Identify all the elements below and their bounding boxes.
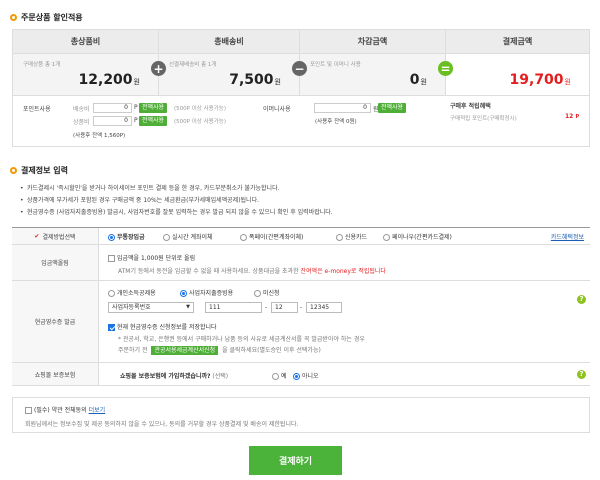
- plus-icon: +: [151, 61, 166, 76]
- business-number-3[interactable]: 12345: [306, 302, 342, 313]
- summary-product-total: 총상품비 구매상품 총 1개 12,200원: [13, 30, 159, 95]
- insurance-yes[interactable]: 예: [272, 371, 287, 380]
- product-total-value: 12,200: [78, 72, 133, 88]
- emoney-balance: (사용후 잔액 0원): [315, 119, 357, 125]
- help-icon[interactable]: ?: [577, 295, 586, 304]
- chevron-down-icon: ▼: [186, 304, 190, 310]
- agreement-more-link[interactable]: 더보기: [89, 407, 106, 414]
- benefit-label: 구매적립 포인트(구매확정시): [450, 116, 517, 122]
- receipt-note-1: * 관공서, 학교, 은행권 등에서 구매하거나 납품 등의 사유로 세금계산서…: [118, 336, 365, 343]
- points-label: 포인트사용: [23, 106, 51, 113]
- minus-icon: −: [292, 61, 307, 76]
- shipping-total-value: 7,500: [229, 72, 274, 88]
- card-benefit-link[interactable]: 카드혜택정보: [551, 232, 584, 241]
- summary-deduction: 차감금액 포인트 및 이머니 사용 0원: [300, 30, 446, 95]
- delivery-points-use-all-button[interactable]: 전액사용: [139, 103, 168, 113]
- save-receipt-info-checkbox[interactable]: 현재 현금영수증 신청정보를 저장합니다: [108, 322, 217, 331]
- agree-all-checkbox[interactable]: (필수) 약관 전체동의 더보기: [25, 405, 105, 414]
- deduction-value: 0: [409, 72, 420, 88]
- delivery-points-label: 배송비: [73, 106, 90, 113]
- insurance-row: 쇼핑몰 보증보험 쇼핑몰 보증보험에 가입하겠습니까? (선택) 예 아니오 ?: [12, 363, 590, 386]
- help-icon[interactable]: ?: [577, 370, 586, 379]
- benefit-title: 구매후 적립혜택: [450, 103, 491, 110]
- receipt-personal[interactable]: 개인소득공제용: [108, 288, 156, 297]
- payment-form: ✔ 결제방법선택 무통장입금 실시간 계좌이체 폭페이(간편계좌이체) 신용카드 …: [12, 227, 590, 386]
- note-item: 현금영수증 (사업자지출증빙용) 발급시, 사업자번호를 잘못 입력하는 경우 …: [20, 207, 333, 219]
- summary-shipping-total: 총배송비 선결제배송비 총 1개 7,500원: [159, 30, 300, 95]
- product-points-label: 상품비: [73, 119, 90, 126]
- payment-method-row: ✔ 결제방법선택 무통장입금 실시간 계좌이체 폭페이(간편계좌이체) 신용카드 …: [12, 228, 590, 245]
- product-points-use-all-button[interactable]: 전액사용: [139, 116, 168, 126]
- emoney-input[interactable]: 0: [314, 103, 371, 113]
- section-bullet-icon: [10, 167, 17, 174]
- emoney-label: 이머니사용: [263, 106, 291, 113]
- cash-receipt-row: 현금영수증 발급 개인소득공제용 사업자지출증빙용 미신청 사업자등록번호 ▼ 1…: [12, 281, 590, 363]
- method-pokpay[interactable]: 폭페이(간편계좌이체): [240, 232, 303, 241]
- method-paynow[interactable]: 페이나우(간편카드결제): [383, 232, 452, 241]
- deposit-desc: ATM기 등에서 동전을 입금할 수 없을 때 사용하세요. 상품대금을 초과한…: [118, 268, 386, 275]
- note-item: 상품가격에 부가세가 포함된 경우 구매금액 중 10%는 세금환급(부가세매입…: [20, 195, 333, 207]
- method-realtime-transfer[interactable]: 실시간 계좌이체: [163, 232, 213, 241]
- required-check-icon: ✔: [34, 232, 40, 240]
- payment-section-title: 결제정보 입력: [10, 165, 68, 176]
- note-item: 카드결제시 '즉시할인'을 받거나 하이세이브 포인트 결제 등을 한 경우, …: [20, 183, 333, 195]
- deposit-rounding-checkbox[interactable]: 입금액을 1,000원 단위로 올림: [108, 253, 195, 262]
- method-bank-transfer[interactable]: 무통장입금: [108, 232, 145, 241]
- product-points-input[interactable]: 0: [93, 116, 132, 126]
- receipt-type-select[interactable]: 사업자등록번호 ▼: [108, 302, 194, 313]
- discount-section-title: 주문상품 할인적용: [10, 12, 83, 23]
- payment-notes: 카드결제시 '즉시할인'을 받거나 하이세이브 포인트 결제 등을 한 경우, …: [20, 183, 333, 219]
- agreement-box: (필수) 약관 전체동의 더보기 회원님께서는 정보수집 및 제공 동의하지 않…: [12, 397, 590, 433]
- receipt-none[interactable]: 미신청: [254, 288, 280, 297]
- points-balance: (사용후 잔액 1,560P): [73, 133, 126, 139]
- emoney-use-all-button[interactable]: 전액사용: [378, 103, 407, 113]
- receipt-business[interactable]: 사업자지출증빙용: [180, 288, 233, 297]
- section-bullet-icon: [10, 14, 17, 21]
- summary-payment-amount: 결제금액 19,700원: [446, 30, 589, 95]
- insurance-no[interactable]: 아니오: [293, 371, 319, 380]
- receipt-note-2: 주문하기 전 관공서용세금계산서신청 을 클릭하세요(별도승인 이후 선택가능): [118, 346, 321, 355]
- method-credit-card[interactable]: 신용카드: [336, 232, 367, 241]
- insurance-question: 쇼핑몰 보증보험에 가입하겠습니까? (선택): [120, 373, 229, 380]
- agreement-desc: 회원님께서는 정보수집 및 제공 동의하지 않을 수 있으나, 동의를 거부할 …: [25, 421, 299, 428]
- pay-button[interactable]: 결제하기: [249, 446, 342, 475]
- benefit-value: 12 P: [565, 113, 580, 120]
- delivery-points-input[interactable]: 0: [93, 103, 132, 113]
- tax-invoice-request-button[interactable]: 관공서용세금계산서신청: [151, 346, 219, 355]
- payment-amount-value: 19,700: [509, 72, 564, 88]
- equals-icon: =: [438, 61, 453, 76]
- deposit-rounding-row: 입금액올림 입금액을 1,000원 단위로 올림 ATM기 등에서 동전을 입금…: [12, 245, 590, 281]
- points-section: 포인트사용 배송비 0 P 전액사용 (500P 이상 사용가능) 상품비 0 …: [12, 96, 590, 147]
- business-number-2[interactable]: 12: [271, 302, 298, 313]
- business-number-1[interactable]: 111: [205, 302, 262, 313]
